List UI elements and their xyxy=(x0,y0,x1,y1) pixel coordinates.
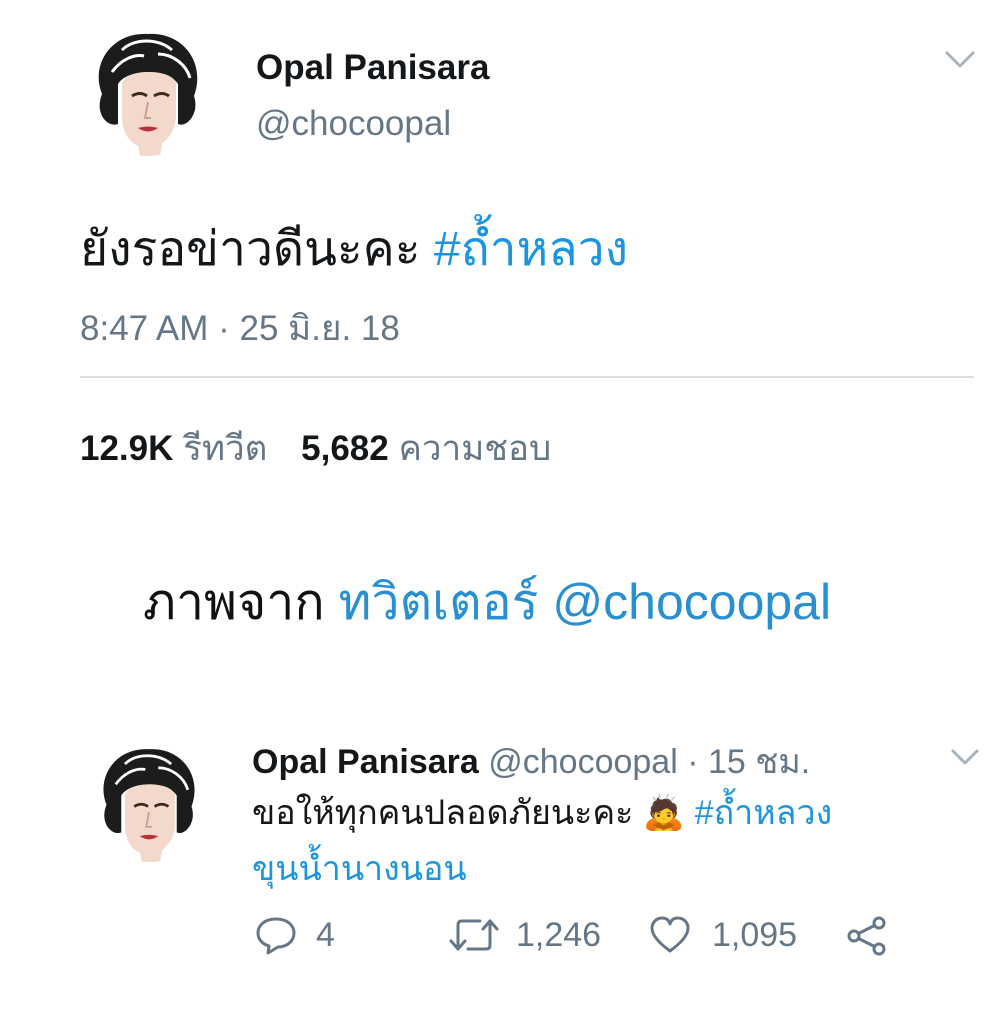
reply-icon xyxy=(256,917,296,955)
username[interactable]: @chocoopal xyxy=(256,104,451,144)
image-caption: ภาพจาก ทวิตเตอร์ @chocoopal xyxy=(143,563,831,642)
caption-source[interactable]: ทวิตเตอร์ @chocoopal xyxy=(339,574,832,630)
like-label[interactable]: ความชอบ xyxy=(398,429,551,468)
tweet-text: ยังรอข่าวดีนะคะ #ถ้ำหลวง xyxy=(80,211,628,287)
hashtag-link[interactable]: #ถ้ำหลวง xyxy=(434,223,628,276)
tweet-timestamp[interactable]: 8:47 AM · 25 มิ.ย. 18 xyxy=(80,301,400,356)
like-button[interactable]: 1,095 xyxy=(648,915,797,955)
caption-prefix: ภาพจาก xyxy=(143,574,325,630)
reply-count: 4 xyxy=(316,915,335,954)
hashtag-link[interactable]: #ถ้ำหลวง xyxy=(695,794,833,832)
portrait-illustration xyxy=(88,740,210,862)
avatar[interactable] xyxy=(88,740,210,862)
display-name[interactable]: Opal Panisara xyxy=(252,743,479,781)
share-button[interactable] xyxy=(846,915,888,957)
display-name[interactable]: Opal Panisara xyxy=(256,48,489,88)
tweet-header: Opal Panisara @chocoopal · 15 ชม. xyxy=(252,734,810,788)
tweet-body: ยังรอข่าวดีนะคะ xyxy=(80,223,421,276)
hashtag-link-continued[interactable]: ขุนน้ำนางนอน xyxy=(252,850,467,888)
share-icon xyxy=(847,916,886,956)
retweet-count[interactable]: 12.9K xyxy=(80,429,173,468)
retweet-count: 1,246 xyxy=(516,915,602,954)
divider xyxy=(80,376,974,378)
retweet-label[interactable]: รีทวีต xyxy=(183,429,267,468)
retweet-button[interactable]: 1,246 xyxy=(448,915,601,955)
reply-button[interactable]: 4 xyxy=(254,915,335,955)
tweet-body: ขอให้ทุกคนปลอดภัยนะคะ xyxy=(252,794,634,832)
username[interactable]: @chocoopal xyxy=(488,743,678,781)
chevron-down-icon[interactable] xyxy=(950,748,980,766)
person-bowing-emoji: 🙇 xyxy=(642,794,686,832)
chevron-down-icon[interactable] xyxy=(944,50,976,70)
like-count: 1,095 xyxy=(712,915,798,954)
tweet-time[interactable]: · 15 ชม. xyxy=(687,743,810,781)
tweet-text: ขอให้ทุกคนปลอดภัยนะคะ 🙇 #ถ้ำหลวง ขุนน้ำน… xyxy=(252,785,932,897)
like-count[interactable]: 5,682 xyxy=(301,429,389,468)
heart-icon xyxy=(650,916,690,953)
avatar[interactable] xyxy=(82,24,214,156)
engagement-stats: 12.9K รีทวีต 5,682 ความชอบ xyxy=(80,421,551,476)
portrait-illustration xyxy=(82,24,214,156)
retweet-icon xyxy=(449,919,499,951)
